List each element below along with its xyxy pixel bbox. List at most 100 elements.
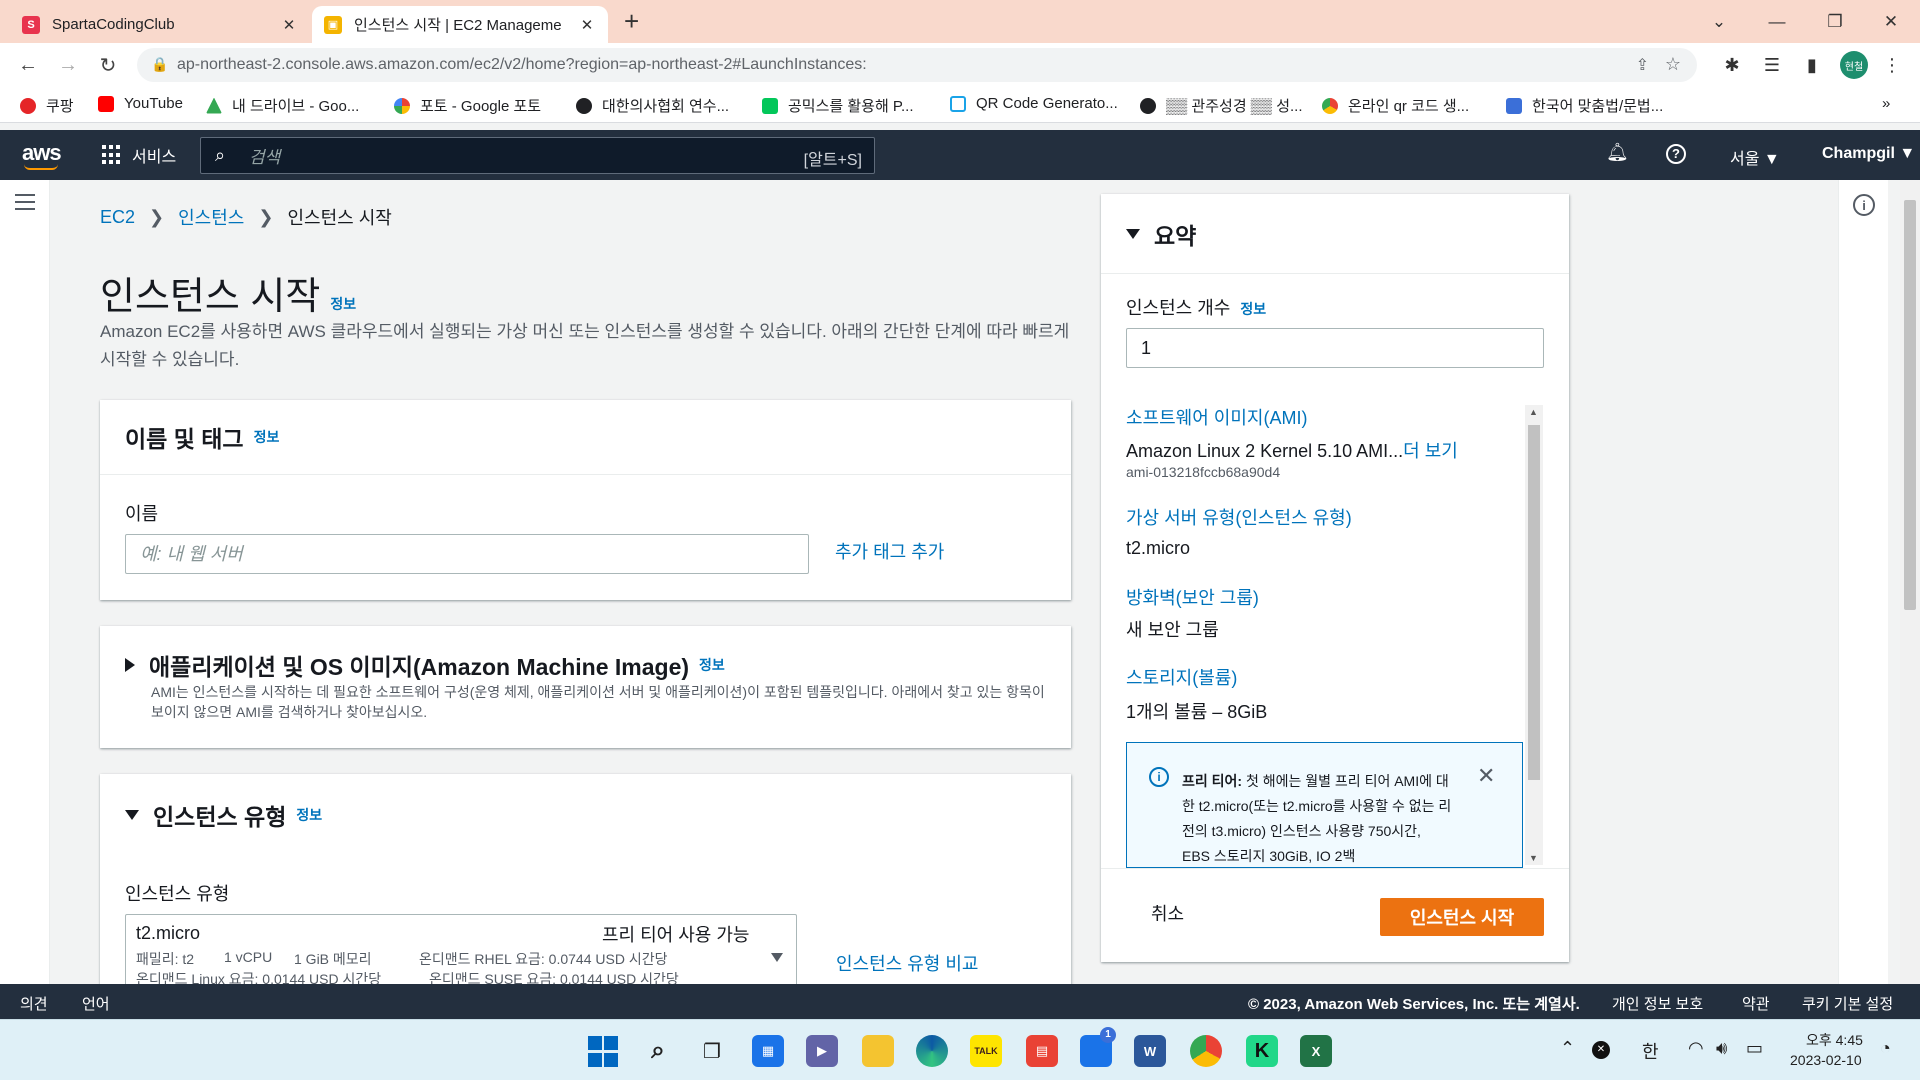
back-icon[interactable]: ← (14, 51, 42, 79)
cancel-button[interactable]: 취소 (1151, 900, 1184, 926)
info-link[interactable]: 정보 (330, 296, 356, 312)
info-link[interactable]: 정보 (699, 655, 725, 675)
file-explorer-icon[interactable] (862, 1035, 894, 1067)
bookmark-youtube[interactable]: YouTube (98, 95, 183, 112)
tray-app-icon[interactable]: ✕ (1592, 1041, 1610, 1059)
bookmark-bible[interactable]: ▒▒ 관주성경 ▒▒ 성... (1140, 95, 1303, 116)
summary-storage-link[interactable]: 스토리지(볼륨) (1126, 664, 1237, 690)
forward-icon[interactable]: → (54, 51, 82, 79)
instance-type-header[interactable]: 인스턴스 유형 정보 (125, 798, 322, 832)
compare-instance-types-link[interactable]: 인스턴스 유형 비교 (836, 950, 978, 976)
show-hidden-icons-icon[interactable]: ⌃ (1560, 1038, 1575, 1059)
summary-firewall-link[interactable]: 방화벽(보안 그룹) (1126, 584, 1259, 610)
new-tab-button[interactable]: + (624, 6, 639, 37)
widgets-icon[interactable]: ▦ (752, 1035, 784, 1067)
info-link[interactable]: 정보 (254, 427, 280, 447)
close-tab-icon[interactable]: ✕ (280, 16, 298, 34)
close-tab-icon[interactable]: ✕ (578, 16, 596, 34)
close-window-icon[interactable]: ✕ (1862, 0, 1920, 43)
privacy-link[interactable]: 개인 정보 보호 (1612, 993, 1703, 1014)
aws-search-input[interactable]: ⌕ 검색 [알트+S] (200, 137, 875, 174)
tab-ec2-launch[interactable]: ▣ 인스턴스 시작 | EC2 Manageme ✕ (312, 6, 608, 43)
breadcrumb-ec2[interactable]: EC2 (100, 207, 135, 228)
kakaotalk-icon[interactable]: TALK (970, 1035, 1002, 1067)
scrollbar-thumb[interactable] (1528, 425, 1540, 780)
scrollbar-thumb[interactable] (1904, 200, 1916, 610)
language-link[interactable]: 언어 (82, 993, 110, 1014)
feedback-link[interactable]: 의견 (20, 993, 48, 1014)
summary-instance-type-link[interactable]: 가상 서버 유형(인스턴스 유형) (1126, 504, 1352, 530)
bookmark-star-icon[interactable]: ☆ (1665, 54, 1681, 75)
extensions-icon[interactable]: ✱ (1720, 53, 1744, 77)
wifi-icon[interactable]: ◠ (1688, 1038, 1704, 1059)
info-icon[interactable]: i (1853, 194, 1875, 216)
globe-icon (1140, 97, 1156, 114)
name-input[interactable] (125, 534, 809, 574)
side-panel-icon[interactable]: ▮ (1800, 53, 1824, 77)
notifications-bell-icon[interactable]: 🔔︎ (1606, 142, 1629, 163)
word-icon[interactable]: W (1134, 1035, 1166, 1067)
summary-scrollbar[interactable]: ▲ ▼ (1525, 405, 1543, 865)
volume-icon[interactable]: 🔊︎ (1716, 1038, 1727, 1059)
scroll-up-icon[interactable]: ▲ (1529, 407, 1538, 417)
scroll-down-icon[interactable]: ▼ (1529, 853, 1538, 863)
aws-logo[interactable]: aws (22, 140, 62, 170)
terms-link[interactable]: 약관 (1742, 993, 1770, 1014)
summary-divider (1101, 868, 1569, 869)
bookmark-blog[interactable]: 공믹스를 활용해 P... (762, 95, 914, 116)
account-menu[interactable]: Champgil ▼ (1822, 145, 1915, 163)
notification-center-icon[interactable]: ◔ (1880, 1038, 1891, 1059)
services-menu-button[interactable]: 서비스 (102, 143, 176, 167)
tab-search-icon[interactable]: ⌄ (1690, 0, 1748, 43)
share-icon[interactable]: ⇪ (1636, 55, 1649, 75)
breadcrumb-instances[interactable]: 인스턴스 (178, 204, 244, 230)
chevron-right-icon: ❯ (149, 206, 165, 227)
ami-header[interactable]: 애플리케이션 및 OS 이미지(Amazon Machine Image) 정보 (125, 648, 725, 682)
bookmark-photos[interactable]: 포토 - Google 포토 (394, 95, 541, 116)
bookmark-kma[interactable]: 대한의사협회 연수... (576, 95, 729, 116)
browser-menu-icon[interactable]: ⋮ (1880, 53, 1904, 77)
teams-chat-icon[interactable]: ▶ (806, 1035, 838, 1067)
summary-header[interactable]: 요약 (1101, 194, 1569, 274)
media-control-icon[interactable]: ☰ (1760, 53, 1784, 77)
bookmark-qr-online[interactable]: 온라인 qr 코드 생... (1322, 95, 1469, 116)
info-link[interactable]: 정보 (296, 805, 322, 825)
help-icon[interactable]: ? (1666, 144, 1686, 164)
excel-icon[interactable]: X (1300, 1035, 1332, 1067)
search-icon[interactable]: ⌕ (642, 1035, 674, 1067)
launch-instance-button[interactable]: 인스턴스 시작 (1380, 898, 1544, 936)
bookmark-coupang[interactable]: 쿠팡 (20, 95, 74, 116)
tab-spartacodingclub[interactable]: S SpartaCodingClub ✕ (10, 6, 310, 43)
bookmark-qr-generator[interactable]: QR Code Generato... (950, 95, 1118, 112)
chrome-icon[interactable] (1190, 1035, 1222, 1067)
ami-more-link[interactable]: 더 보기 (1403, 441, 1458, 461)
battery-icon[interactable]: ▭ (1746, 1038, 1763, 1059)
task-view-icon[interactable]: ❐ (696, 1035, 728, 1067)
bookmark-drive[interactable]: 내 드라이브 - Goo... (206, 95, 359, 116)
close-alert-icon[interactable]: ✕ (1477, 763, 1495, 789)
info-link[interactable]: 정보 (1240, 301, 1266, 317)
summary-ami-link[interactable]: 소프트웨어 이미지(AMI) (1126, 404, 1307, 430)
clock-date[interactable]: 2023-02-10 (1790, 1052, 1862, 1068)
collapse-caret-icon (125, 810, 139, 820)
restore-icon[interactable]: ❐ (1806, 0, 1864, 43)
ime-indicator[interactable]: 한 (1642, 1038, 1659, 1064)
pdf-app-icon[interactable]: ▤ (1026, 1035, 1058, 1067)
profile-avatar[interactable]: 현철 (1840, 51, 1868, 79)
address-bar[interactable]: 🔒 ap-northeast-2.console.aws.amazon.com/… (137, 48, 1697, 82)
add-tags-link[interactable]: 추가 태그 추가 (835, 538, 944, 564)
phone-link-icon[interactable]: 1 (1080, 1027, 1116, 1067)
windows-start-icon[interactable] (588, 1035, 618, 1067)
edge-icon[interactable] (916, 1035, 948, 1067)
clock-time[interactable]: 오후 4:45 (1806, 1030, 1863, 1050)
instance-count-input[interactable] (1126, 328, 1544, 368)
region-selector[interactable]: 서울 ▼ (1730, 145, 1780, 169)
minimize-icon[interactable]: — (1748, 0, 1806, 43)
page-scrollbar[interactable] (1900, 180, 1920, 984)
reload-icon[interactable]: ↻ (94, 51, 122, 79)
cookie-preferences-link[interactable]: 쿠키 기본 설정 (1802, 993, 1893, 1014)
bookmark-spellcheck[interactable]: 한국어 맞춤법/문법... (1506, 95, 1663, 116)
bookmarks-overflow-icon[interactable]: » (1882, 95, 1890, 112)
hamburger-menu-icon[interactable] (15, 194, 35, 215)
vscode-like-icon[interactable]: K (1246, 1035, 1278, 1067)
